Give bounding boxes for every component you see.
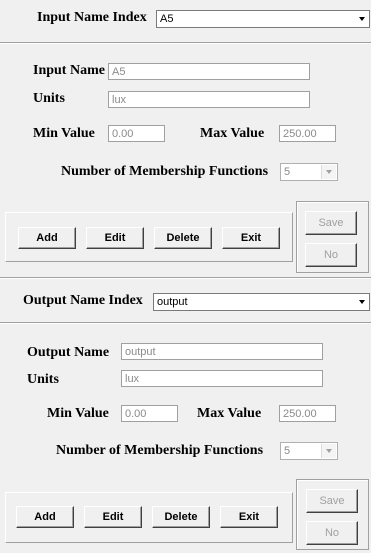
output-min-value-field[interactable]: 0.00 (121, 405, 178, 422)
input-name-label: Input Name (33, 63, 105, 78)
input-units-field[interactable]: lux (108, 91, 310, 108)
input-name-index-value: A5 (160, 13, 174, 25)
input-units-label: Units (33, 91, 65, 106)
output-mf-count-select[interactable]: 5 (280, 442, 338, 460)
output-max-value-field[interactable]: 250.00 (279, 405, 336, 422)
output-name-field[interactable]: output (121, 343, 323, 360)
output-no-button[interactable]: No (306, 521, 358, 545)
output-delete-button[interactable]: Delete (152, 506, 210, 528)
input-max-value-field[interactable]: 250.00 (279, 125, 336, 142)
chevron-down-icon[interactable] (321, 444, 336, 458)
divider (0, 278, 371, 279)
chevron-down-icon[interactable] (354, 11, 369, 27)
output-min-value-label: Min Value (47, 406, 109, 421)
output-max-value-label: Max Value (197, 406, 262, 421)
output-exit-button[interactable]: Exit (220, 506, 278, 528)
output-name-index-select[interactable]: output (153, 293, 370, 311)
output-name-label: Output Name (27, 345, 110, 360)
input-no-button[interactable]: No (305, 243, 357, 267)
input-mf-count-value: 5 (284, 166, 291, 178)
divider (0, 323, 371, 324)
chevron-down-icon[interactable] (321, 165, 336, 179)
input-name-field[interactable]: A5 (108, 63, 310, 80)
output-units-field[interactable]: lux (121, 370, 323, 387)
input-edit-button[interactable]: Edit (86, 227, 144, 249)
input-name-index-label: Input Name Index (37, 10, 147, 25)
output-mf-count-label: Number of Membership Functions (56, 443, 264, 458)
output-edit-button[interactable]: Edit (84, 506, 142, 528)
output-name-index-value: output (157, 296, 188, 308)
input-mf-count-select[interactable]: 5 (280, 163, 338, 181)
input-name-index-select[interactable]: A5 (156, 10, 370, 28)
chevron-down-icon[interactable] (354, 294, 369, 310)
input-mf-count-label: Number of Membership Functions (61, 164, 269, 179)
output-mf-count-value: 5 (284, 445, 291, 457)
input-min-value-field[interactable]: 0.00 (108, 125, 165, 142)
output-units-label: Units (27, 372, 59, 387)
output-add-button[interactable]: Add (16, 506, 74, 528)
output-save-button[interactable]: Save (306, 489, 358, 513)
input-delete-button[interactable]: Delete (154, 227, 212, 249)
output-name-index-label: Output Name Index (23, 293, 143, 308)
input-min-value-label: Min Value (33, 126, 95, 141)
input-max-value-label: Max Value (200, 126, 265, 141)
divider (0, 43, 371, 44)
input-save-button[interactable]: Save (305, 211, 357, 235)
input-add-button[interactable]: Add (18, 227, 76, 249)
input-exit-button[interactable]: Exit (222, 227, 280, 249)
